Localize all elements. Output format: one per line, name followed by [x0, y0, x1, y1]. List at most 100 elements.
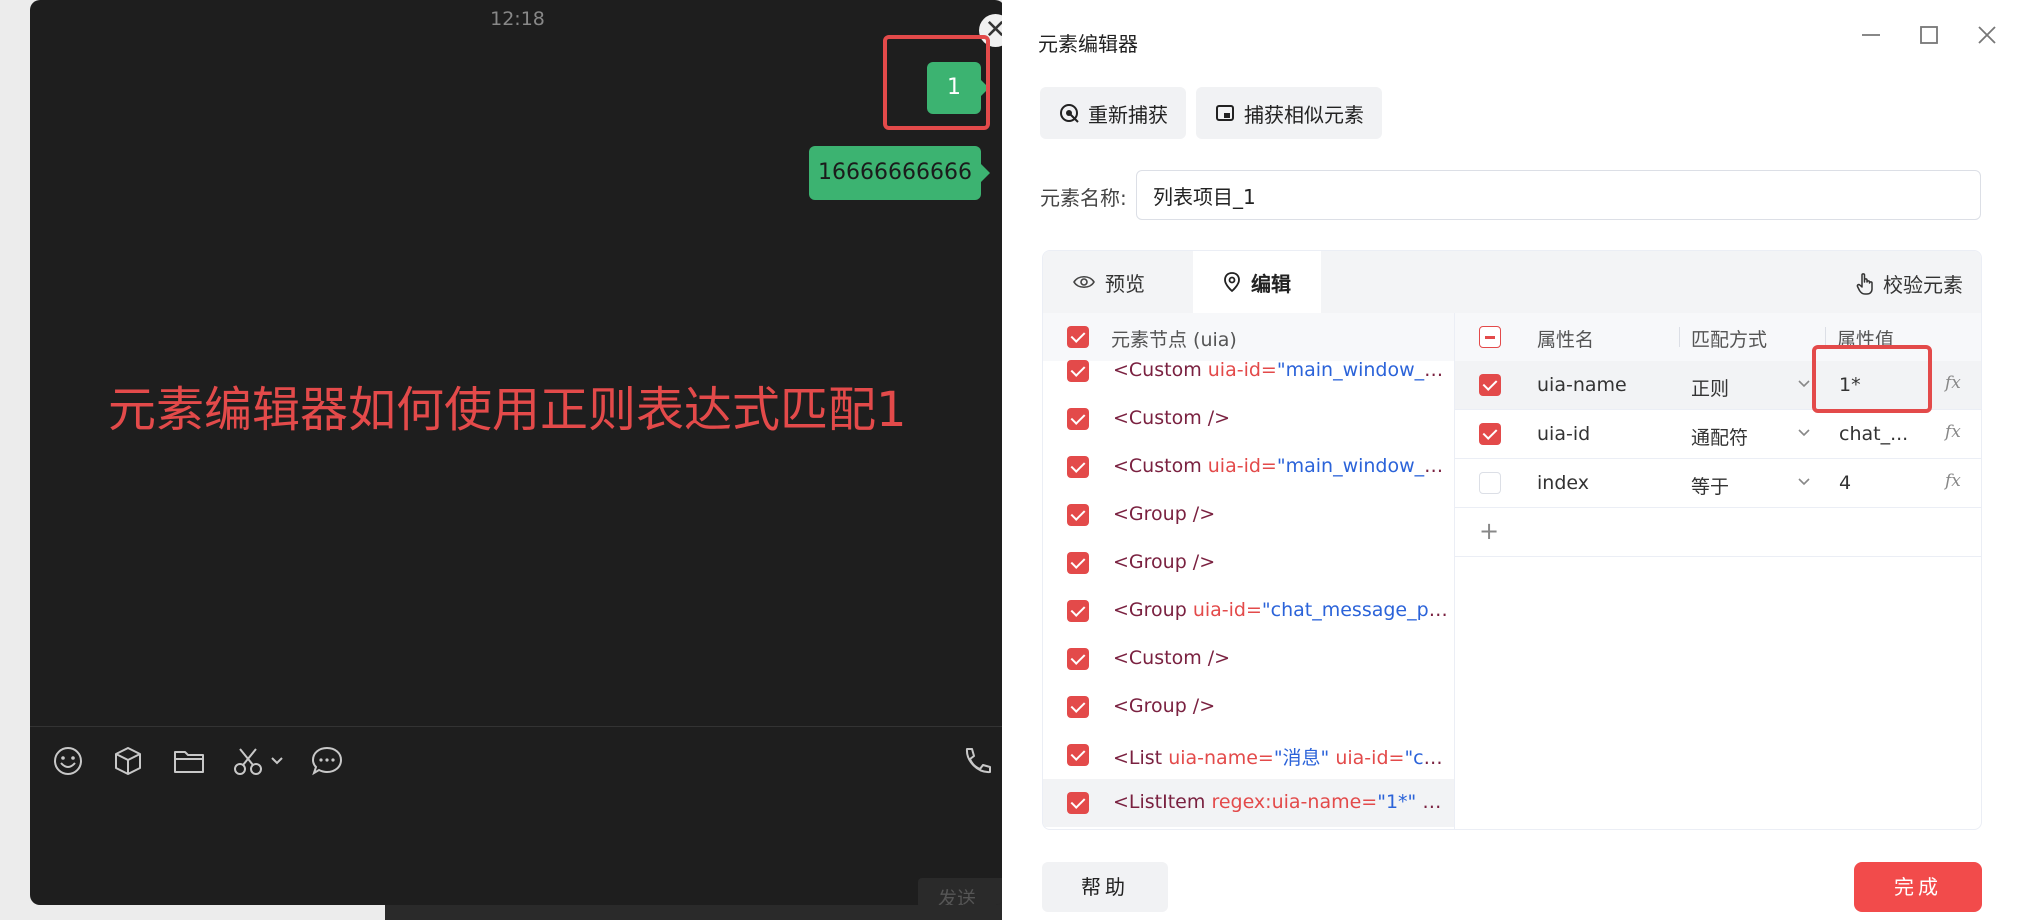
tree-node-checkbox[interactable]	[1067, 408, 1089, 430]
done-button[interactable]: 完成	[1854, 862, 1982, 912]
tree-node-checkbox[interactable]	[1067, 696, 1089, 718]
capture-similar-button[interactable]: 捕获相似元素	[1196, 87, 1382, 139]
header-separator	[1825, 327, 1826, 347]
attribute-row: index 等于 4 fx	[1455, 459, 1981, 508]
emoji-icon[interactable]	[52, 745, 84, 777]
tree-node-text: <List uia-name="消息" uia-id="chat_...	[1113, 743, 1453, 770]
tree-node-checkbox[interactable]	[1067, 600, 1089, 622]
node-tag: <ListItem	[1113, 791, 1206, 813]
tab-preview[interactable]: 预览	[1043, 251, 1175, 313]
header-attribute-name: 属性名	[1537, 329, 1595, 351]
chat-input-divider	[30, 726, 1005, 727]
tab-bar: 预览 编辑 校验元素	[1043, 251, 1981, 313]
tree-node-row[interactable]: <Custom uia-id="main_window_main_..."	[1043, 347, 1454, 395]
tree-node-text: <Custom uia-id="main_window_main_..."	[1113, 359, 1453, 381]
minimize-icon[interactable]	[1858, 22, 1884, 48]
attribute-checkbox[interactable]	[1479, 423, 1501, 445]
attribute-checkbox[interactable]	[1479, 374, 1501, 396]
tree-node-row[interactable]: <Custom />	[1043, 395, 1454, 443]
chevron-down-icon[interactable]	[1797, 475, 1811, 491]
node-attribute-key: uia-id=	[1192, 599, 1262, 621]
attribute-name: uia-name	[1537, 374, 1627, 396]
fx-icon[interactable]: fx	[1945, 422, 1961, 442]
chevron-down-icon[interactable]	[1797, 377, 1811, 393]
node-attribute-key: uia-id=	[1335, 747, 1405, 769]
node-tag: <Custom	[1113, 455, 1202, 477]
match-mode-select[interactable]: 通配符	[1691, 423, 1748, 450]
tree-node-row[interactable]: <Group />	[1043, 683, 1454, 731]
tree-select-all-checkbox[interactable]	[1067, 326, 1089, 348]
location-pin-icon	[1224, 272, 1240, 293]
bubble-tail	[981, 164, 990, 182]
recapture-button[interactable]: 重新捕获	[1040, 87, 1186, 139]
tree-node-row[interactable]: <Group uia-id="chat_message_page" ...	[1043, 587, 1454, 635]
tree-node-checkbox[interactable]	[1067, 552, 1089, 574]
tree-node-row[interactable]: <List uia-name="消息" uia-id="chat_...	[1043, 731, 1454, 779]
eye-icon	[1073, 275, 1095, 289]
fx-icon[interactable]: fx	[1945, 373, 1961, 393]
attribute-name: index	[1537, 472, 1589, 494]
chat-message-bubble[interactable]: 16666666666	[809, 146, 981, 200]
recapture-icon	[1060, 104, 1079, 123]
tree-node-row[interactable]: <ListItem regex:uia-name="1*" wildca...	[1043, 779, 1454, 827]
tree-node-text: <Custom />	[1113, 407, 1453, 429]
tree-node-row[interactable]: <Custom />	[1043, 635, 1454, 683]
element-name-input[interactable]	[1136, 170, 1981, 220]
recapture-label: 重新捕获	[1088, 102, 1168, 127]
tree-node-checkbox[interactable]	[1067, 456, 1089, 478]
send-button[interactable]: 发送	[918, 878, 1005, 905]
tree-node-checkbox[interactable]	[1067, 504, 1089, 526]
capture-similar-icon	[1216, 105, 1234, 121]
tree-node-checkbox[interactable]	[1067, 744, 1089, 766]
tree-node-text: <ListItem regex:uia-name="1*" wildca...	[1113, 791, 1453, 813]
cube-icon[interactable]	[112, 745, 144, 777]
folder-icon[interactable]	[172, 745, 206, 777]
tree-node-checkbox[interactable]	[1067, 648, 1089, 670]
help-button[interactable]: 帮助	[1042, 862, 1168, 912]
tree-node-text: <Custom />	[1113, 647, 1453, 669]
tree-node-checkbox[interactable]	[1067, 360, 1089, 382]
tree-node-row[interactable]: <Group />	[1043, 491, 1454, 539]
highlight-box	[883, 35, 990, 130]
chat-bubble-icon[interactable]	[310, 745, 344, 777]
fx-icon[interactable]: fx	[1945, 471, 1961, 491]
node-attribute-key: uia-name=	[1168, 747, 1274, 769]
maximize-icon[interactable]	[1916, 22, 1942, 48]
attribute-value-input[interactable]: 4	[1839, 472, 1851, 494]
tree-node-row[interactable]: <Custom uia-id="main_window_sub_..."	[1043, 443, 1454, 491]
node-attribute-key: regex:uia-name=	[1211, 791, 1378, 813]
node-attribute-key: uia-id=	[1207, 359, 1277, 381]
node-tag: <List	[1113, 747, 1163, 769]
tree-node-row[interactable]: <Group />	[1043, 539, 1454, 587]
tree-node-checkbox[interactable]	[1067, 792, 1089, 814]
hand-pointer-icon	[1856, 272, 1873, 295]
tab-edit[interactable]: 编辑	[1193, 251, 1321, 313]
attribute-value-input[interactable]: chat_...	[1839, 423, 1908, 445]
element-name-label: 元素名称:	[1040, 186, 1127, 210]
add-attribute-button[interactable]: +	[1479, 517, 1499, 545]
attribute-checkbox[interactable]	[1479, 472, 1501, 494]
node-attribute-key: uia-id=	[1207, 455, 1277, 477]
phone-icon[interactable]	[960, 745, 994, 777]
element-editor-dialog: 元素编辑器 重新捕获 捕获相似元素 元素名称: 列表项目_1 预览 编辑 校验元…	[1002, 0, 2037, 920]
attribute-name: uia-id	[1537, 423, 1591, 445]
chat-timestamp: 12:18	[490, 8, 545, 30]
editor-panel: 预览 编辑 校验元素 元素节点 (uia) <Custom uia-id="ma…	[1042, 250, 1982, 830]
validate-element-label: 校验元素	[1883, 273, 1963, 297]
tree-node-text: <Group />	[1113, 551, 1453, 573]
node-tag: <Group	[1113, 599, 1187, 621]
attribute-select-all-checkbox[interactable]	[1479, 326, 1501, 348]
header-match-mode: 匹配方式	[1691, 329, 1768, 351]
node-tag: <Group />	[1113, 551, 1216, 573]
tutorial-annotation: 元素编辑器如何使用正则表达式匹配1	[108, 382, 907, 438]
node-tag: <Group />	[1113, 695, 1216, 717]
chevron-down-icon[interactable]	[1797, 426, 1811, 442]
scissors-icon[interactable]	[232, 745, 290, 777]
match-mode-select[interactable]: 正则	[1691, 374, 1729, 401]
add-attribute-row: +	[1455, 508, 1981, 557]
node-attribute-value: "chat_message_page"	[1261, 599, 1453, 621]
validate-element-button[interactable]: 校验元素	[1855, 269, 1963, 298]
tab-preview-label: 预览	[1105, 271, 1145, 296]
match-mode-select[interactable]: 等于	[1691, 472, 1729, 499]
close-icon[interactable]	[1974, 22, 2000, 48]
